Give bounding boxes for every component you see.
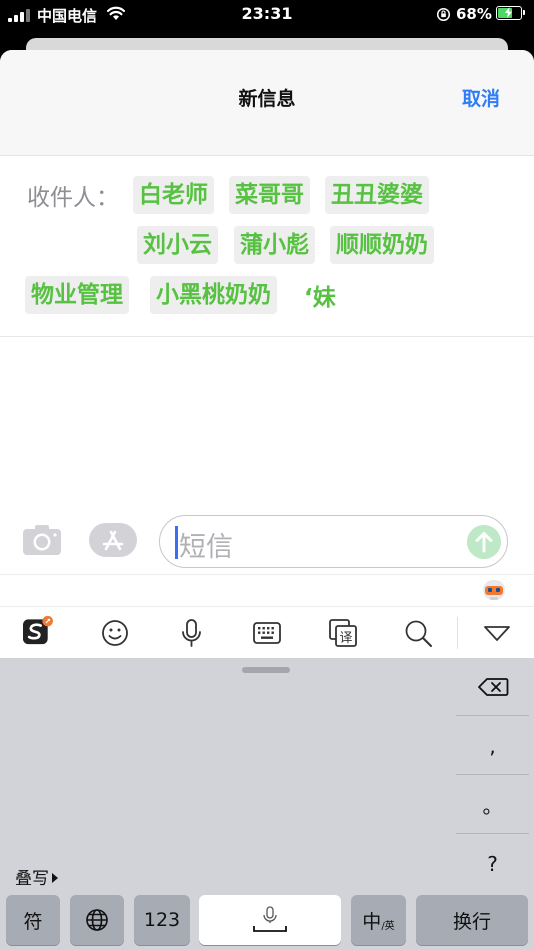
- delete-key[interactable]: [456, 658, 529, 716]
- battery-percent: 68%: [456, 5, 492, 23]
- status-bar: 中国电信 23:31 68%: [0, 0, 534, 30]
- cancel-button[interactable]: 取消: [462, 84, 500, 111]
- svg-text:译: 译: [339, 631, 352, 646]
- space-key[interactable]: [199, 895, 341, 945]
- navigation-bar: 新信息 取消: [0, 50, 534, 156]
- globe-key[interactable]: [70, 895, 124, 945]
- camera-icon[interactable]: [22, 524, 62, 556]
- recipient-chip[interactable]: 丑丑婆婆: [325, 176, 429, 214]
- question-key[interactable]: ?: [456, 835, 529, 893]
- translate-icon[interactable]: 译: [327, 618, 359, 648]
- page-title: 新信息: [238, 88, 296, 110]
- stack-write-label: 叠写: [15, 869, 49, 889]
- recipient-chip[interactable]: 蒲小彪: [234, 226, 315, 264]
- recipient-chip[interactable]: 菜哥哥: [229, 176, 310, 214]
- voice-space-icon: [253, 906, 287, 932]
- battery-icon: [496, 6, 525, 20]
- handwriting-pad-handle[interactable]: [242, 667, 290, 673]
- assistant-robot-icon[interactable]: [480, 578, 508, 604]
- triangle-right-icon: [52, 873, 58, 883]
- keyboard-icon[interactable]: [251, 618, 283, 648]
- backspace-icon: [477, 677, 508, 696]
- emoji-icon[interactable]: [100, 618, 132, 648]
- lang-main-label: 中: [362, 910, 382, 933]
- orientation-lock-icon: [436, 7, 451, 22]
- sogou-logo-icon[interactable]: [22, 615, 54, 645]
- comma-key[interactable]: ,: [456, 717, 529, 775]
- symbols-key[interactable]: 符: [6, 895, 60, 945]
- charging-bolt-icon: [504, 7, 513, 18]
- send-arrow-icon[interactable]: [467, 525, 501, 559]
- keyboard-toolbar: 译: [0, 606, 534, 658]
- microphone-icon[interactable]: [176, 618, 208, 648]
- keyboard: , 。 ? 叠写 符 123 中/英 换行: [0, 658, 534, 950]
- keyboard-side-column: , 。 ?: [456, 658, 529, 894]
- recipient-chip[interactable]: 顺顺奶奶: [330, 226, 434, 264]
- text-cursor: [175, 526, 178, 559]
- recipient-chip[interactable]: 刘小云: [137, 226, 218, 264]
- message-input[interactable]: 短信: [159, 515, 508, 568]
- app-store-icon[interactable]: [89, 523, 137, 557]
- recipient-chip[interactable]: 白老师: [133, 176, 214, 214]
- clock: 23:31: [241, 4, 293, 23]
- new-message-sheet: 新信息 取消 收件人： 白老师 菜哥哥 丑丑婆婆 刘小云 蒲小彪 顺顺奶奶 物业…: [0, 50, 534, 950]
- recipient-chip[interactable]: 小黑桃奶奶: [150, 276, 277, 314]
- language-toggle-key[interactable]: 中/英: [351, 895, 406, 945]
- keyboard-suggestion-strip: [0, 574, 534, 606]
- recipients-label: 收件人：: [27, 185, 119, 211]
- message-placeholder: 短信: [179, 532, 233, 563]
- compose-bar: 短信: [0, 512, 534, 574]
- recipient-chip[interactable]: 物业管理: [25, 276, 129, 314]
- search-icon[interactable]: [403, 618, 435, 648]
- globe-icon: [86, 909, 108, 931]
- period-key[interactable]: 。: [456, 776, 529, 834]
- return-key[interactable]: 换行: [416, 895, 528, 945]
- stack-write-toggle[interactable]: 叠写: [15, 864, 58, 889]
- recipient-typing-text[interactable]: ‘妹: [304, 279, 336, 317]
- toolbar-divider: [457, 617, 458, 649]
- numbers-key[interactable]: 123: [134, 895, 190, 945]
- lang-sub-label: /英: [381, 920, 395, 932]
- collapse-icon[interactable]: [481, 618, 513, 648]
- recipients-field[interactable]: 收件人： 白老师 菜哥哥 丑丑婆婆 刘小云 蒲小彪 顺顺奶奶 物业管理 小黑桃奶…: [0, 156, 534, 337]
